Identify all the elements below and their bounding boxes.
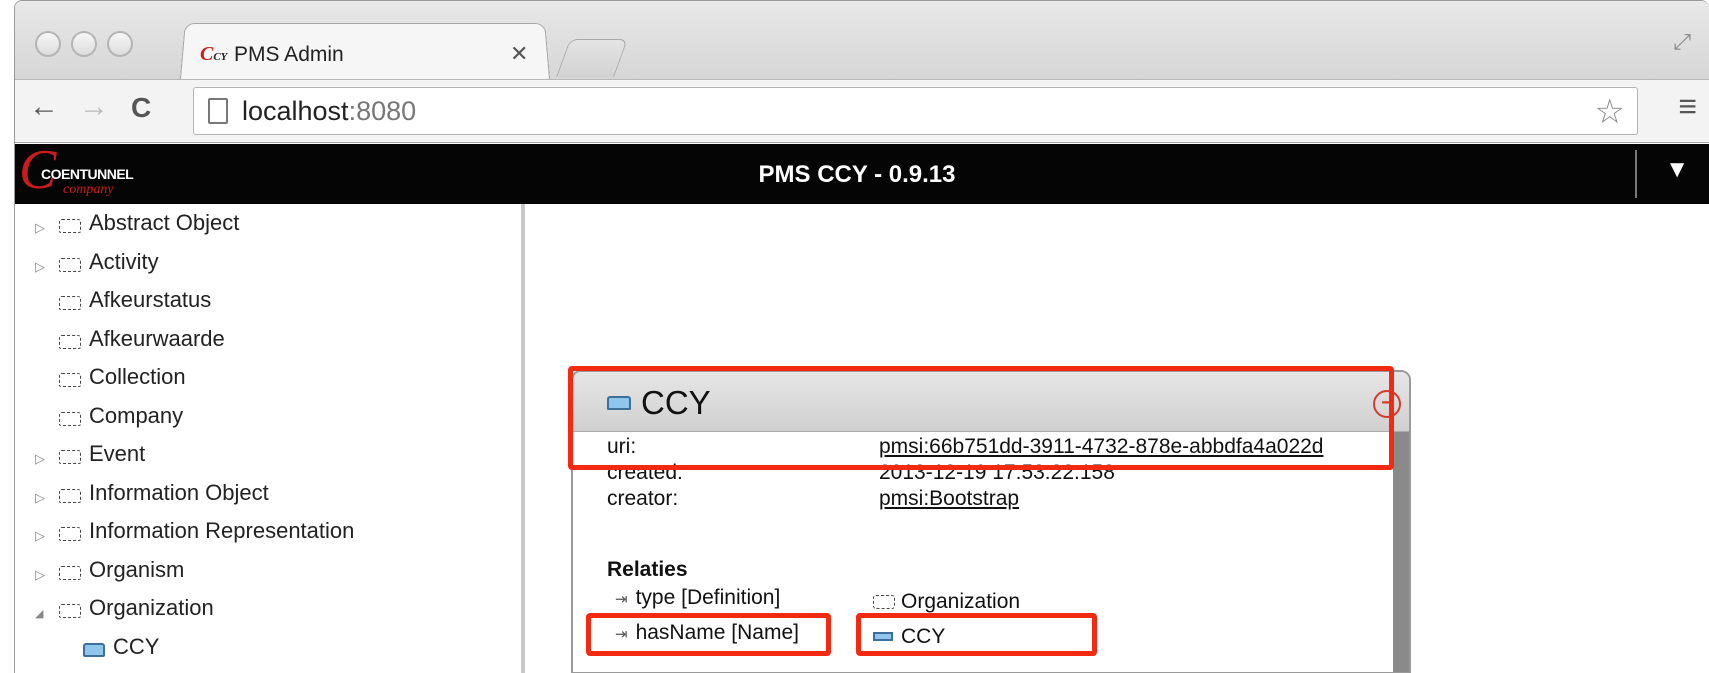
tree-item-label: Information Representation <box>89 518 355 543</box>
name-instance-icon <box>873 632 893 641</box>
tree-item[interactable]: ▷ Organism <box>15 557 515 593</box>
minimize-window-button[interactable] <box>71 31 97 57</box>
tree-item[interactable]: ◢ Organization <box>15 595 515 631</box>
class-icon <box>59 604 81 618</box>
bookmark-star-icon[interactable]: ☆ <box>1595 92 1625 132</box>
close-window-button[interactable] <box>35 31 61 57</box>
browser-menu-icon[interactable]: ≡ <box>1678 88 1697 125</box>
panel-scrollbar[interactable] <box>1393 432 1409 672</box>
tree-item[interactable]: ▷ Information Object <box>15 480 515 516</box>
instance-icon <box>83 642 105 657</box>
panel-header[interactable]: CCY − <box>573 372 1409 432</box>
class-icon <box>59 373 81 387</box>
tab-favicon-icon: CCY <box>200 43 228 65</box>
relation-type-target[interactable]: Organization <box>873 590 1020 614</box>
collapsed-triangle-icon[interactable]: ▷ <box>35 490 45 506</box>
collapsed-triangle-icon[interactable]: ▷ <box>35 451 45 467</box>
tree-item[interactable]: ▷ Activity <box>15 249 515 285</box>
creator-value-link[interactable]: pmsi:Bootstrap <box>879 487 1019 511</box>
class-icon <box>59 488 81 503</box>
collapsed-triangle-icon[interactable]: ▷ <box>35 528 45 544</box>
tree-item[interactable]: Collection <box>15 364 515 400</box>
tree-item[interactable]: ▷ Information Representation <box>15 518 515 554</box>
tree-item-label: Organism <box>89 556 185 582</box>
collapsed-triangle-icon[interactable]: ▷ <box>35 259 45 275</box>
created-label: created: <box>607 461 683 484</box>
tree-item[interactable]: Afkeurstatus <box>15 287 515 323</box>
app-title: PMS CCY - 0.9.13 <box>758 161 956 188</box>
tree-item-label: Abstract Object <box>89 210 240 235</box>
tree-item-label: Afkeurstatus <box>89 287 212 312</box>
page-icon <box>208 98 228 124</box>
browser-tab-content[interactable]: CCY PMS Admin ✕ <box>190 37 550 73</box>
class-icon <box>59 296 81 310</box>
object-detail-panel: CCY − uri: pmsi:66b751dd-3911-4732-878e-… <box>571 370 1411 673</box>
tree-item-label: Information Object <box>89 479 269 505</box>
tab-close-icon[interactable]: ✕ <box>510 41 528 67</box>
panel-close-icon[interactable]: − <box>1373 390 1401 418</box>
uri-value-link[interactable]: pmsi:66b751dd-3911-4732-878e-abbdfa4a022… <box>879 435 1323 459</box>
header-dropdown-icon[interactable]: ▼ <box>1665 156 1689 184</box>
url-text: localhost:8080 <box>242 96 417 126</box>
definition-icon <box>873 595 895 609</box>
class-icon <box>59 527 81 541</box>
class-icon <box>59 257 81 272</box>
forward-arrow-icon[interactable]: → <box>79 90 109 124</box>
instance-icon <box>607 396 631 410</box>
creator-label: creator: <box>607 487 679 510</box>
collapsed-triangle-icon[interactable]: ▷ <box>35 220 45 236</box>
tree-item-label: Organization <box>89 595 214 620</box>
tree-item[interactable]: Afkeurwaarde <box>15 326 515 362</box>
fullscreen-icon[interactable]: ⤢ <box>1673 29 1691 55</box>
tree-item-label: Company <box>89 402 184 428</box>
zoom-window-button[interactable] <box>107 31 133 57</box>
tree-item[interactable]: ▷ Event <box>15 441 515 477</box>
tree-item-label: Activity <box>89 248 159 274</box>
type-tree-sidebar: ▷ Abstract Object ▷ Activity Afkeurstatus Afk… <box>15 204 525 673</box>
browser-window: CCY PMS Admin ✕ ⤢ ← → C localhost:8080 ☆… <box>14 0 1709 673</box>
class-icon <box>59 219 81 233</box>
tree-item-label: Event <box>89 441 146 466</box>
reload-icon[interactable]: C <box>131 92 151 124</box>
panel-title: CCY <box>641 384 711 421</box>
collapsed-triangle-icon[interactable]: ▷ <box>35 567 45 583</box>
uri-label: uri: <box>607 435 637 458</box>
tree-item-label: Collection <box>89 364 186 389</box>
back-arrow-icon[interactable]: ← <box>29 90 59 124</box>
created-value: 2013-12-19 17:53:22.158 <box>879 461 1115 484</box>
tree-item[interactable]: Company <box>15 403 515 439</box>
class-icon <box>59 334 81 349</box>
class-icon <box>59 565 81 580</box>
browser-toolbar: ← → C localhost:8080 ☆ ≡ <box>15 79 1709 143</box>
expanded-triangle-icon[interactable]: ◢ <box>35 607 43 620</box>
relations-heading: Relaties <box>607 558 688 581</box>
app-header: C COENTUNNEL company PMS CCY - 0.9.13 ▼ <box>15 142 1709 204</box>
address-bar[interactable]: localhost:8080 ☆ <box>193 87 1638 135</box>
relation-hasname-target[interactable]: CCY <box>873 625 945 649</box>
new-tab-button[interactable] <box>556 39 628 77</box>
tree-item-label: CCY <box>113 633 160 659</box>
relation-type: ⇥ type [Definition] <box>615 586 781 609</box>
tab-strip: CCY PMS Admin ✕ ⤢ <box>15 1 1709 79</box>
tree-item[interactable]: ▷ Abstract Object <box>15 210 515 246</box>
relation-hasname: ⇥ hasName [Name] <box>615 621 799 644</box>
relation-arrow-icon: ⇥ <box>615 626 628 643</box>
class-icon <box>59 450 81 464</box>
tab-title: PMS Admin <box>234 43 344 66</box>
header-divider <box>1635 150 1637 198</box>
tree-item[interactable]: CCY <box>15 634 515 670</box>
relation-arrow-icon: ⇥ <box>615 591 628 608</box>
tree-item-label: Afkeurwaarde <box>89 325 225 351</box>
class-icon <box>59 411 81 426</box>
